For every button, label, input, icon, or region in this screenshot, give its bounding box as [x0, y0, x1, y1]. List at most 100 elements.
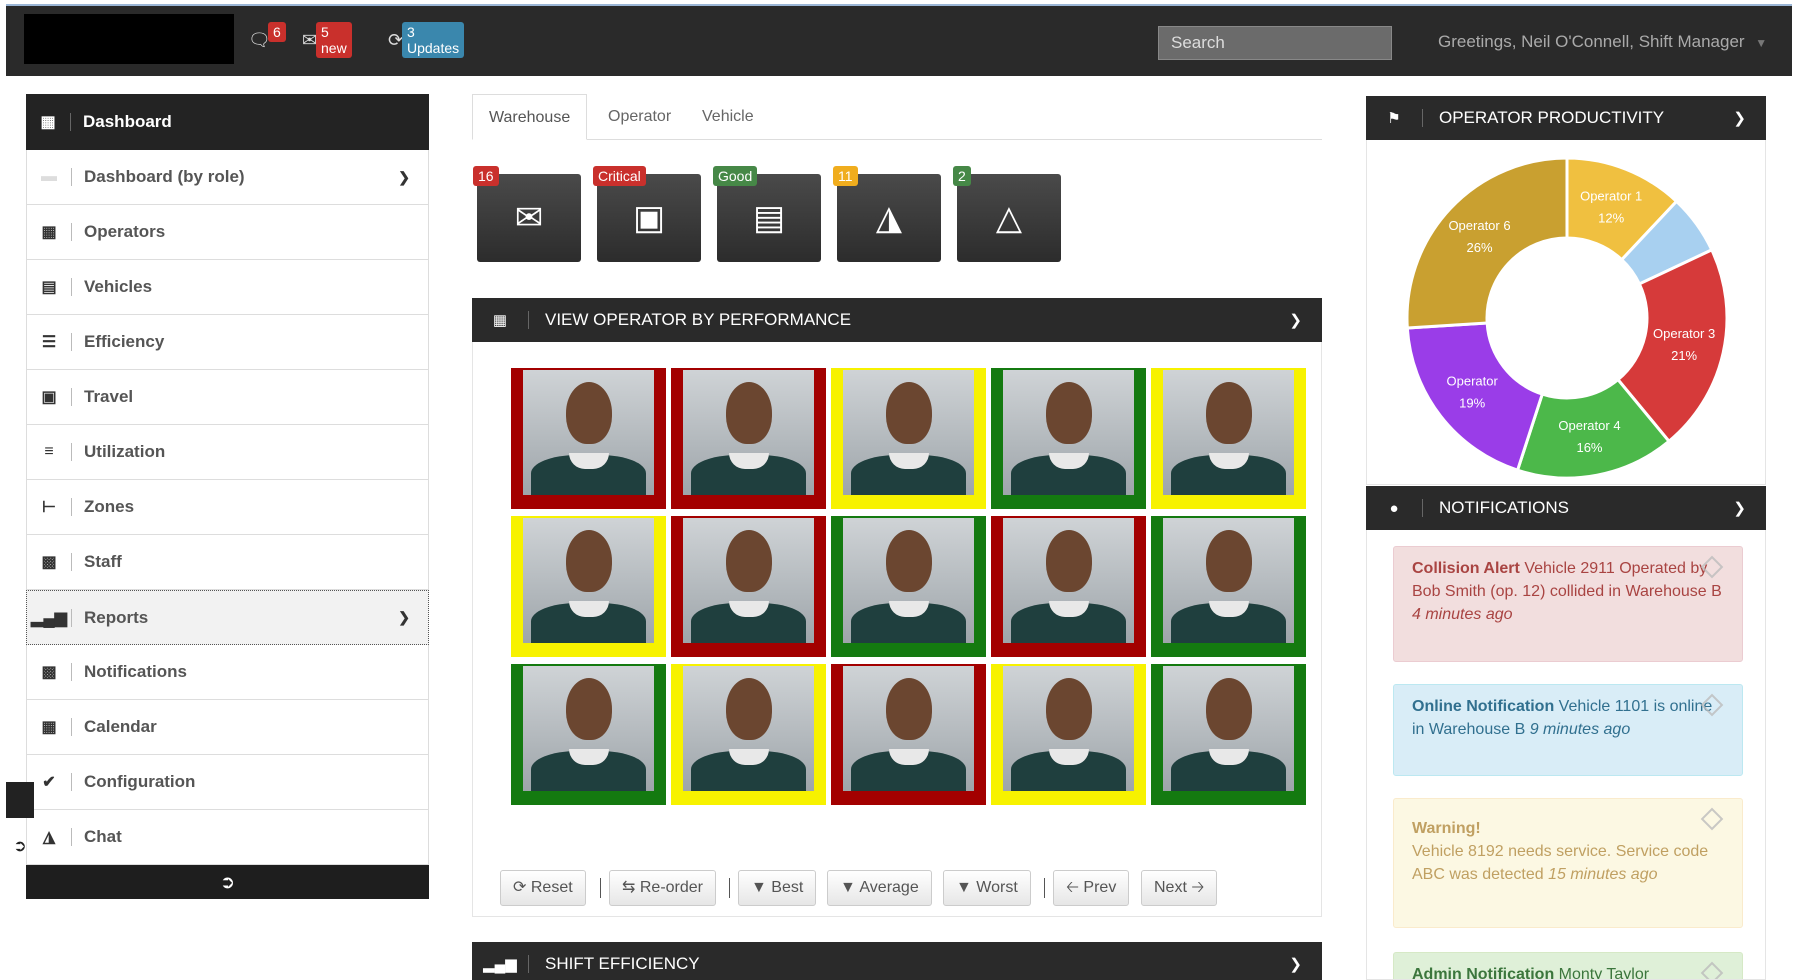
sidebar-item-notifications[interactable]: ▩ Notifications	[26, 645, 429, 700]
operator-photo[interactable]	[1151, 516, 1306, 657]
messages-indicator[interactable]: ✉ 5 new	[302, 22, 352, 58]
operator-photo[interactable]	[671, 516, 826, 657]
sidebar-item-calendar[interactable]: ▦ Calendar	[26, 700, 429, 755]
updates-indicator[interactable]: ⟳ 3 Updates	[388, 22, 465, 58]
average-filter-button[interactable]: ▼ Average	[827, 870, 932, 906]
button-label: Prev	[1083, 879, 1117, 896]
sidebar-item-dashboard[interactable]: ▦ Dashboard	[26, 94, 429, 150]
slice-name-label: Operator	[1447, 374, 1499, 389]
tab-warehouse[interactable]: Warehouse	[472, 94, 588, 140]
operator-photo[interactable]	[831, 368, 986, 509]
messages-tile[interactable]: 16 ✉	[473, 166, 581, 262]
gift-icon: ▩	[41, 554, 57, 571]
operator-photo[interactable]	[511, 664, 666, 805]
top-navbar: 🗨︎ 6 ✉ 5 new ⟳ 3 Updates Search Greeting…	[6, 4, 1792, 76]
divider	[729, 878, 730, 898]
sidebar-item-label: Configuration	[84, 772, 196, 791]
blank-icon: ▬	[41, 168, 57, 185]
divider	[71, 278, 72, 296]
sidebar-item-configuration[interactable]: ✔ Configuration	[26, 755, 429, 810]
chevron-down-icon[interactable]: ❯	[1289, 311, 1302, 329]
search-input[interactable]: Search	[1158, 26, 1392, 60]
photo-image	[523, 518, 654, 643]
sidebar-collapse-button[interactable]: ➲	[26, 865, 429, 899]
tile-badge: Good	[713, 166, 758, 186]
photo-image	[683, 370, 814, 495]
logo	[24, 14, 234, 64]
operator-photo[interactable]	[991, 368, 1146, 509]
dismiss-icon[interactable]	[1700, 961, 1724, 979]
chevron-down-icon[interactable]: ❯	[1289, 955, 1302, 973]
operator-photo[interactable]	[831, 516, 986, 657]
greeting-text: Greetings, Neil O'Connell, Shift Manager	[1438, 32, 1745, 51]
sidebar-item-travel[interactable]: ▣ Travel	[26, 370, 429, 425]
prev-button[interactable]: 🡠 Prev	[1053, 870, 1130, 906]
sidebar-item-efficiency[interactable]: ☰ Efficiency	[26, 315, 429, 370]
reorder-button[interactable]: ⇆ Re-order	[609, 870, 716, 906]
best-filter-button[interactable]: ▼ Best	[738, 870, 817, 906]
next-button[interactable]: Next 🡢	[1141, 870, 1218, 906]
sidebar-item-staff[interactable]: ▩ Staff	[26, 535, 429, 590]
operator-photo[interactable]	[991, 516, 1146, 657]
slice-value-label: 21%	[1671, 348, 1697, 363]
sidebar-item-utilization[interactable]: ≡ Utilization	[26, 425, 429, 480]
sidebar-item-label: Chat	[84, 827, 122, 846]
productivity-donut-chart: Operator 1 12% Operator 3 21% Operator 4 16% O…	[1405, 156, 1729, 480]
user-menu[interactable]: Greetings, Neil O'Connell, Shift Manager…	[1438, 32, 1767, 52]
messages-badge: 5 new	[316, 22, 352, 58]
photo-image	[683, 666, 814, 791]
reset-button[interactable]: ⟳ Reset	[500, 870, 586, 906]
chevron-down-icon[interactable]: ❯	[1733, 499, 1746, 517]
notification-admin[interactable]: Admin Notification Monty Taylor	[1393, 952, 1743, 980]
refresh-icon: ⟳	[513, 879, 527, 896]
panel-title: OPERATOR PRODUCTIVITY	[1439, 108, 1665, 127]
operator-photo[interactable]	[671, 664, 826, 805]
alerts-tile[interactable]: Critical ▣	[593, 166, 701, 262]
status-tile[interactable]: Good ▤	[713, 166, 821, 262]
divider	[528, 311, 529, 329]
divider	[71, 663, 72, 681]
notification-online[interactable]: Online Notification Vehicle 1101 is onli…	[1393, 684, 1743, 776]
operator-photo[interactable]	[831, 664, 986, 805]
operator-photo[interactable]	[1151, 368, 1306, 509]
sidebar-item-label: Vehicles	[84, 277, 153, 296]
bullhorn-icon: ◮	[875, 199, 903, 237]
dismiss-icon[interactable]	[1700, 807, 1724, 831]
tab-vehicle[interactable]: Vehicle	[686, 94, 770, 140]
chevron-down-icon: ❯	[398, 609, 410, 625]
arrow-left-icon: 🡠	[1066, 879, 1079, 896]
comments-indicator[interactable]: 🗨︎ 6	[248, 22, 286, 51]
operator-photo[interactable]	[991, 664, 1146, 805]
sidebar-item-chat[interactable]: ◮ Chat	[26, 810, 429, 865]
floating-panel-tab[interactable]	[6, 782, 34, 818]
sidebar-item-dashboard-by-role[interactable]: ▬ Dashboard (by role) ❯	[26, 150, 429, 205]
notification-collision-alert[interactable]: Collision Alert Vehicle 2911 Operated by…	[1393, 546, 1743, 662]
head-shape	[1045, 678, 1092, 740]
worst-filter-button[interactable]: ▼ Worst	[943, 870, 1031, 906]
lab-tile[interactable]: 2 △	[953, 166, 1061, 262]
grid-icon: ▦	[40, 114, 56, 131]
chevron-down-icon[interactable]: ❯	[1733, 109, 1746, 127]
operator-photo[interactable]	[671, 368, 826, 509]
arrow-circle-right-icon[interactable]: ➲	[6, 832, 34, 862]
tile-badge: 16	[473, 166, 499, 186]
sidebar-item-vehicles[interactable]: ▤ Vehicles	[26, 260, 429, 315]
photo-image	[523, 370, 654, 495]
sidebar-item-operators[interactable]: ▦ Operators	[26, 205, 429, 260]
sidebar-item-reports[interactable]: ▂▄▆ Reports ❯	[26, 590, 429, 645]
photo-image	[1163, 666, 1294, 791]
tab-operator[interactable]: Operator	[592, 94, 687, 140]
operator-photo[interactable]	[511, 368, 666, 509]
operator-photo[interactable]	[511, 516, 666, 657]
sidebar-item-label: Efficiency	[84, 332, 165, 351]
notification-warning[interactable]: Warning! Vehicle 8192 needs service. Ser…	[1393, 798, 1743, 928]
divider	[71, 333, 72, 351]
photo-image	[1003, 666, 1134, 791]
divider	[71, 553, 72, 571]
announcements-tile[interactable]: 11 ◮	[833, 166, 941, 262]
list-alt-icon: ▤	[41, 279, 57, 296]
notification-title: Admin Notification	[1412, 966, 1555, 980]
sidebar-item-zones[interactable]: ⊢ Zones	[26, 480, 429, 535]
photo-image	[1163, 370, 1294, 495]
operator-photo[interactable]	[1151, 664, 1306, 805]
